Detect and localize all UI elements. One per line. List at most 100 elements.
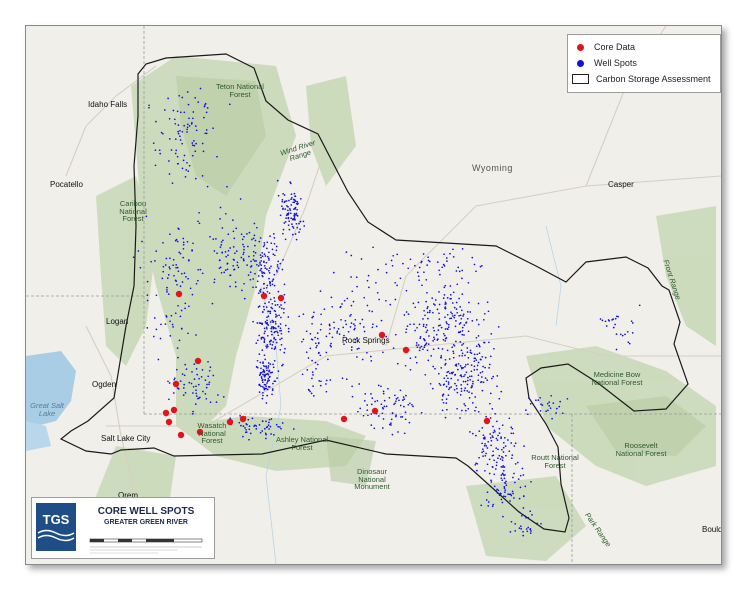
- well-spot: [208, 381, 211, 384]
- well-spot: [290, 193, 293, 196]
- well-spot: [444, 284, 447, 287]
- well-spot: [442, 401, 445, 404]
- well-spot: [474, 463, 477, 466]
- well-spot: [501, 459, 504, 462]
- well-spot: [148, 106, 150, 109]
- well-spot: [482, 455, 484, 457]
- well-spot: [320, 323, 323, 326]
- well-spot: [415, 344, 418, 347]
- well-spot: [391, 433, 394, 436]
- well-spot: [338, 333, 341, 335]
- label-boulder: Bould: [702, 525, 722, 534]
- well-spot: [252, 237, 255, 240]
- well-spot: [395, 398, 398, 400]
- label-wyoming: Wyoming: [472, 163, 513, 173]
- well-spot: [264, 302, 266, 305]
- well-spot: [219, 246, 222, 248]
- well-spot: [253, 234, 256, 237]
- well-spot: [518, 527, 521, 529]
- well-spot: [403, 314, 406, 316]
- well-spot: [330, 342, 332, 345]
- label-rock-springs: Rock Springs: [342, 336, 390, 345]
- well-spot: [261, 349, 264, 351]
- well-spot: [179, 139, 182, 141]
- well-spot: [258, 424, 261, 426]
- well-spot: [330, 296, 333, 299]
- well-spot: [462, 313, 465, 316]
- well-spot: [256, 322, 259, 324]
- well-spot: [197, 101, 200, 103]
- well-spot: [195, 368, 198, 370]
- well-spot: [312, 385, 314, 387]
- well-spot: [527, 397, 530, 399]
- well-spot: [185, 169, 188, 171]
- well-spot: [461, 293, 464, 295]
- well-spot: [294, 233, 297, 235]
- well-spot: [448, 358, 451, 360]
- well-spot: [290, 217, 293, 220]
- well-spot: [441, 266, 444, 269]
- well-spot: [224, 212, 227, 215]
- well-spot: [466, 347, 469, 349]
- well-spot: [498, 427, 501, 430]
- well-spot: [432, 365, 435, 368]
- well-spot: [269, 284, 272, 287]
- well-spot: [354, 318, 357, 321]
- well-spot: [459, 341, 462, 343]
- well-spot: [212, 238, 215, 240]
- well-spot: [284, 200, 286, 203]
- well-spot: [466, 311, 469, 313]
- well-spot: [169, 233, 171, 236]
- well-spot: [395, 415, 397, 418]
- well-spot: [493, 347, 495, 350]
- well-spot: [259, 263, 261, 265]
- well-spot: [255, 286, 257, 288]
- well-spot: [263, 340, 266, 342]
- well-spot: [233, 268, 236, 271]
- well-spot: [284, 220, 287, 223]
- well-spot: [456, 407, 458, 410]
- well-spot: [280, 337, 283, 340]
- well-spot: [256, 339, 259, 342]
- well-spot: [415, 342, 418, 344]
- well-spot: [283, 351, 286, 354]
- well-spot: [492, 375, 495, 378]
- well-spot: [449, 372, 451, 375]
- well-spot: [290, 198, 292, 201]
- well-spot: [190, 382, 193, 385]
- well-spot: [256, 359, 259, 362]
- well-spot: [274, 338, 277, 341]
- well-spot: [472, 382, 474, 385]
- well-spot: [548, 405, 551, 407]
- well-spot: [319, 290, 322, 292]
- well-spot: [248, 428, 251, 431]
- label-medicine-bow-nf: Medicine Bow National Forest: [591, 370, 643, 387]
- well-spot: [372, 246, 374, 249]
- well-spot: [330, 345, 332, 348]
- well-spot: [437, 372, 440, 375]
- well-spot: [503, 474, 505, 477]
- well-spot: [503, 486, 506, 488]
- well-spot: [268, 310, 270, 313]
- well-spot: [168, 117, 171, 120]
- well-spot: [402, 396, 405, 398]
- well-spot: [357, 410, 359, 413]
- well-spot: [402, 399, 404, 401]
- well-spot: [461, 352, 464, 355]
- well-spot: [628, 342, 631, 345]
- well-spot: [252, 320, 254, 323]
- core-data-point: [194, 357, 202, 365]
- core-data-point: [277, 294, 285, 302]
- well-spot: [305, 330, 308, 333]
- well-spot: [283, 308, 285, 310]
- well-spot: [271, 302, 274, 305]
- well-spot: [455, 320, 457, 322]
- well-spot: [508, 417, 511, 420]
- well-spot: [503, 466, 506, 468]
- well-spot: [457, 331, 460, 334]
- well-spot: [427, 343, 430, 345]
- well-spot: [481, 370, 484, 373]
- well-spot: [272, 327, 275, 330]
- well-spot: [399, 389, 402, 392]
- well-spot: [204, 393, 207, 395]
